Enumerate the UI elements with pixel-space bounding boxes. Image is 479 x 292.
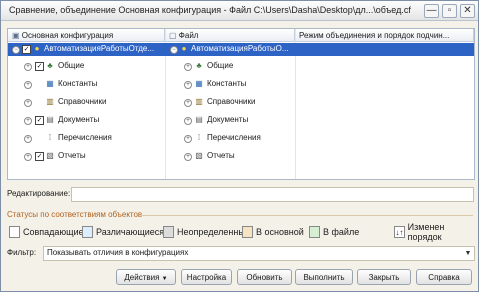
legend-differing: Различающиеся	[82, 225, 164, 238]
expand-icon[interactable]: +	[184, 135, 192, 143]
expand-icon[interactable]: +	[24, 117, 32, 125]
item-label: Документы	[207, 115, 249, 124]
item-label: Общие	[58, 61, 85, 70]
swatch-in-file	[309, 225, 320, 238]
tree-row-enums[interactable]: + ⁞ Перечисления + ⁞ Перечисления	[8, 129, 474, 147]
expand-icon[interactable]: +	[24, 153, 32, 161]
item-checkbox[interactable]: ✓	[35, 116, 44, 125]
legend-order-changed: ↓↑ Изменен порядок	[394, 221, 445, 242]
swatch-differing	[82, 225, 93, 238]
comparison-tree[interactable]: ▣ Основная конфигурация ▢ Файл Режим объ…	[7, 28, 475, 180]
expand-icon[interactable]: +	[184, 81, 192, 89]
item-label: Отчеты	[58, 151, 86, 160]
item-label: Общие	[207, 61, 234, 70]
item-checkbox[interactable]: ✓	[35, 152, 44, 161]
constants-icon: ▦	[195, 79, 203, 88]
maximize-button[interactable]: ▫	[442, 4, 457, 18]
expand-icon[interactable]: +	[24, 81, 32, 89]
tree-row-constants[interactable]: + ▦ Константы + ▦ Константы	[8, 75, 474, 93]
column-header-main-config[interactable]: ▣ Основная конфигурация	[8, 29, 165, 42]
expand-icon[interactable]: +	[184, 117, 192, 125]
tree-row-common[interactable]: + ✓ ♣ Общие + ♣ Общие	[8, 57, 474, 75]
legend-undefined: Неопределенные	[163, 225, 250, 238]
title-bar: Сравнение, объединение Основная конфигур…	[1, 1, 478, 21]
root-left-label: АвтоматизацияРаботыОтде...	[44, 44, 155, 53]
group-divider	[141, 215, 473, 216]
swatch-matching	[9, 225, 20, 238]
status-group-title: Статусы по соответствиям объектов	[7, 210, 143, 219]
item-label: Документы	[58, 115, 100, 124]
config-root-icon: ●	[181, 44, 187, 53]
tree-row-documents[interactable]: + ✓ ▤ Документы + ▤ Документы	[8, 111, 474, 129]
item-label: Справочники	[207, 97, 256, 106]
item-label: Отчеты	[207, 151, 235, 160]
tree-row-reports[interactable]: + ✓ ▧ Отчеты + ▧ Отчеты	[8, 147, 474, 165]
item-label: Справочники	[58, 97, 107, 106]
file-icon: ▢	[169, 31, 179, 40]
legend-matching: Совпадающие	[9, 225, 84, 238]
compare-merge-window: Сравнение, объединение Основная конфигур…	[0, 0, 479, 292]
common-objects-icon: ♣	[47, 61, 53, 70]
help-button[interactable]: Справка	[416, 269, 472, 285]
constants-icon: ▦	[46, 79, 54, 88]
minimize-button[interactable]: —	[424, 4, 439, 18]
refresh-button[interactable]: Обновить	[237, 269, 292, 285]
chevron-down-icon[interactable]: ▼	[463, 248, 473, 259]
documents-icon: ▤	[195, 115, 203, 124]
item-checkbox[interactable]: ✓	[35, 62, 44, 71]
legend-in-main: В основной	[242, 225, 304, 238]
tree-row-catalogs[interactable]: + ▥ Справочники + ▥ Справочники	[8, 93, 474, 111]
item-label: Константы	[207, 79, 247, 88]
enumerations-icon: ⁞	[197, 133, 201, 142]
collapse-icon[interactable]: −	[170, 46, 178, 54]
legend-in-file: В файле	[309, 225, 359, 238]
expand-icon[interactable]: +	[184, 63, 192, 71]
config-root-icon: ●	[34, 44, 40, 53]
settings-button[interactable]: Настройка	[181, 269, 232, 285]
enumerations-icon: ⁞	[48, 133, 52, 142]
reports-icon: ▧	[46, 151, 54, 160]
actions-menu-button[interactable]: Действия ▼	[116, 269, 176, 285]
close-button[interactable]: ✕	[460, 4, 475, 18]
expand-icon[interactable]: +	[24, 135, 32, 143]
dropdown-arrow-icon: ▼	[161, 276, 168, 282]
filter-select[interactable]: Показывать отличия в конфигурациях ▼	[43, 246, 475, 261]
window-title: Сравнение, объединение Основная конфигур…	[9, 5, 411, 15]
item-label: Перечисления	[58, 133, 112, 142]
execute-button[interactable]: Выполнить	[295, 269, 353, 285]
expand-icon[interactable]: +	[24, 99, 32, 107]
expand-icon[interactable]: +	[184, 153, 192, 161]
root-checkbox[interactable]: ✓	[22, 45, 31, 54]
config-icon: ▣	[12, 31, 22, 40]
filter-label: Фильтр:	[7, 248, 37, 257]
documents-icon: ▤	[46, 115, 54, 124]
filter-value: Показывать отличия в конфигурациях	[47, 248, 189, 257]
tree-root-row[interactable]: − ✓ ● АвтоматизацияРаботыОтде... − ● Авт…	[8, 43, 474, 56]
swatch-undefined	[163, 225, 174, 238]
catalogs-icon: ▥	[46, 97, 54, 106]
reports-icon: ▧	[195, 151, 203, 160]
expand-icon[interactable]: +	[24, 63, 32, 71]
edit-field[interactable]	[71, 187, 474, 202]
swatch-in-main	[242, 225, 253, 238]
close-dialog-button[interactable]: Закрыть	[357, 269, 411, 285]
order-changed-icon: ↓↑	[394, 225, 405, 238]
item-label: Константы	[58, 79, 98, 88]
item-label: Перечисления	[207, 133, 261, 142]
expand-icon[interactable]: +	[184, 99, 192, 107]
common-objects-icon: ♣	[196, 61, 202, 70]
edit-label: Редактирование:	[7, 189, 71, 198]
catalogs-icon: ▥	[195, 97, 203, 106]
column-header-file[interactable]: ▢ Файл	[165, 29, 295, 42]
root-right-label: АвтоматизацияРаботыО...	[191, 44, 289, 53]
collapse-icon[interactable]: −	[12, 46, 20, 54]
column-header-merge-mode[interactable]: Режим объединения и порядок подчин...	[295, 29, 474, 42]
